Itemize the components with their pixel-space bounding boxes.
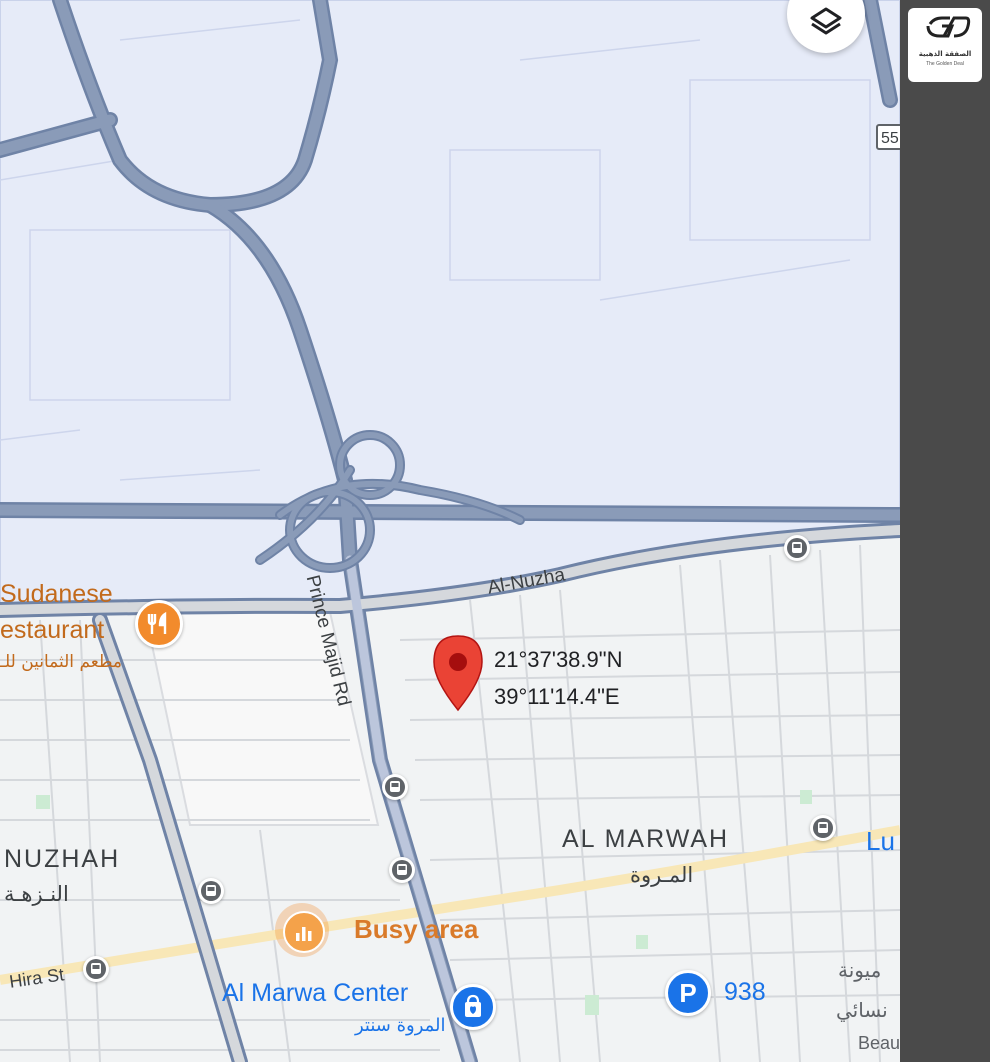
parking-marker[interactable]: P <box>665 970 711 1016</box>
poi-label-sudanese[interactable]: Sudanese <box>0 580 113 609</box>
parking-label[interactable]: 938 <box>724 978 766 1007</box>
poi-label-sudanese-2[interactable]: estaurant <box>0 616 104 645</box>
sidebar: الصفقة الذهبية The Golden Deal <box>900 0 990 1062</box>
poi-label-right-ar2: نسائي <box>836 998 888 1022</box>
map-view[interactable]: 55 Al-Nuzha Prince Majid Rd Hira St AL M… <box>0 0 900 1062</box>
bus-stop-icon[interactable] <box>83 956 109 982</box>
restaurant-marker[interactable] <box>135 600 183 648</box>
busy-area-marker[interactable] <box>275 903 329 957</box>
bar-chart-icon <box>283 911 325 953</box>
poi-label-right-ar1: ميونة <box>838 958 882 982</box>
map-base <box>0 0 900 1062</box>
busy-area-label[interactable]: Busy area <box>354 914 478 945</box>
shopping-bag-icon <box>465 994 481 1017</box>
poi-label-lulu[interactable]: Lu <box>866 826 895 857</box>
poi-label-sudanese-ar: مطعم الثمانين للـ <box>0 652 123 672</box>
bus-stop-icon[interactable] <box>198 878 224 904</box>
logo-text-ar: الصفقة الذهبية <box>918 50 972 58</box>
pin-longitude: 39°11'14.4"E <box>494 684 620 709</box>
poi-label-beau[interactable]: Beau <box>858 1033 900 1054</box>
parking-icon: P <box>679 978 697 1008</box>
bus-stop-icon[interactable] <box>382 774 408 800</box>
poi-label-marwa-center[interactable]: Al Marwa Center <box>222 979 408 1008</box>
bus-stop-icon[interactable] <box>784 535 810 561</box>
district-label-nuzhah: NUZHAH <box>4 845 121 873</box>
district-label-al-marwah: AL MARWAH <box>562 825 730 853</box>
bus-stop-icon[interactable] <box>810 815 836 841</box>
bus-stop-icon[interactable] <box>389 857 415 883</box>
poi-label-marwa-center-ar: المروة سنتر <box>355 1015 446 1036</box>
golden-deal-logo: الصفقة الذهبية The Golden Deal <box>908 8 982 82</box>
district-label-al-marwah-ar: المـروة <box>630 863 694 887</box>
restaurant-icon <box>147 611 167 634</box>
logo-mark-icon <box>926 16 971 38</box>
shopping-marker[interactable] <box>450 984 496 1030</box>
route-shield: 55 <box>876 124 900 150</box>
district-label-nuzhah-ar: النـزهـة <box>4 882 69 906</box>
layers-icon <box>810 7 842 35</box>
location-pin-icon[interactable] <box>430 634 486 714</box>
layers-button[interactable] <box>787 0 865 53</box>
logo-text-en: The Golden Deal <box>926 61 964 67</box>
pin-latitude: 21°37'38.9"N <box>494 647 623 672</box>
